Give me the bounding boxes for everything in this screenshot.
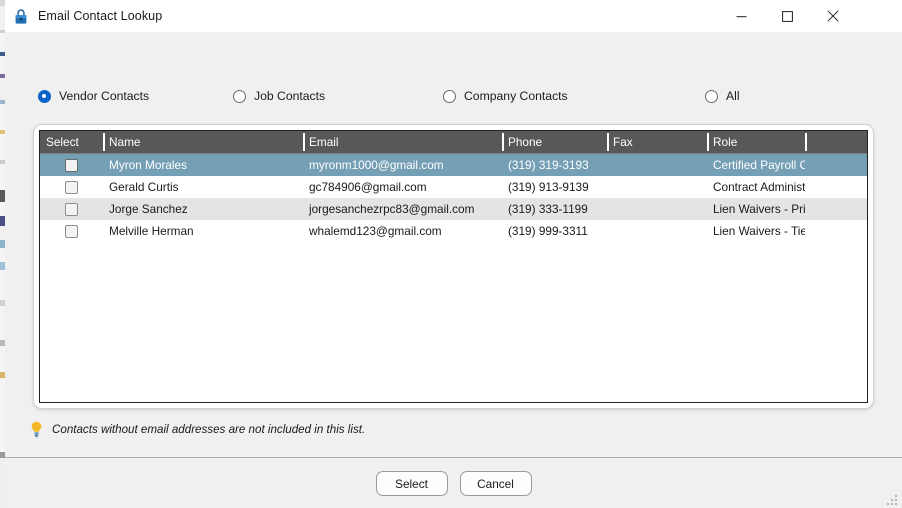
row-select-checkbox-cell[interactable] — [40, 154, 103, 176]
table-row[interactable]: Jorge Sanchez jorgesanchezrpc83@gmail.com… — [40, 198, 867, 220]
radio-label: All — [726, 89, 740, 103]
minimize-icon — [736, 15, 746, 17]
cancel-button[interactable]: Cancel — [459, 471, 532, 496]
title-bar[interactable]: Email Contact Lookup — [5, 0, 902, 32]
maximize-button[interactable] — [764, 0, 810, 32]
table-row[interactable]: Melville Herman whalemd123@gmail.com (319)… — [40, 220, 867, 242]
cell-blank — [805, 154, 867, 176]
column-header-email[interactable]: Email — [303, 131, 502, 153]
contacts-grid[interactable]: Select Name Email Phone Fax Role Myron Morale… — [39, 130, 868, 403]
cell-name: Myron Morales — [109, 158, 188, 172]
row-select-checkbox-cell[interactable] — [40, 198, 103, 220]
radio-label: Vendor Contacts — [59, 89, 150, 103]
cell-fax — [607, 198, 707, 220]
cell-blank — [805, 176, 867, 198]
contacts-grid-panel: Select Name Email Phone Fax Role Myron Morale… — [33, 124, 874, 409]
radio-dot-icon — [705, 89, 718, 103]
select-button[interactable]: Select — [375, 471, 448, 496]
grid-header-row: Select Name Email Phone Fax Role — [40, 131, 867, 154]
title-bar-left: Email Contact Lookup — [13, 0, 162, 32]
cell-name: Jorge Sanchez — [109, 202, 188, 216]
column-header-phone[interactable]: Phone — [502, 131, 607, 153]
minimize-button[interactable] — [718, 0, 764, 32]
grid-body[interactable]: Myron Morales myronm1000@gmail.com (319) 3… — [40, 154, 867, 242]
cell-phone: (319) 999-3311 — [508, 224, 588, 238]
table-row[interactable]: Myron Morales myronm1000@gmail.com (319) 3… — [40, 154, 867, 176]
radio-dot-icon — [38, 89, 51, 103]
resize-grip[interactable] — [887, 493, 899, 505]
radio-job-contacts[interactable]: Job Contacts — [233, 84, 325, 108]
cell-fax — [607, 154, 707, 176]
maximize-icon — [781, 10, 793, 22]
cell-blank — [805, 220, 867, 242]
cell-email: whalemd123@gmail.com — [309, 224, 442, 238]
cell-role: Lien Waivers - Tier — [713, 224, 805, 238]
close-icon — [827, 10, 839, 22]
checkbox-icon[interactable] — [65, 180, 78, 194]
cell-role: Lien Waivers - Pri... — [713, 202, 805, 216]
radio-company-contacts[interactable]: Company Contacts — [443, 84, 568, 108]
radio-all[interactable]: All — [705, 84, 740, 108]
lock-icon — [15, 8, 27, 24]
radio-label: Job Contacts — [254, 89, 326, 103]
cell-email: myronm1000@gmail.com — [309, 158, 444, 172]
column-header-select[interactable]: Select — [40, 131, 103, 153]
cell-name: Gerald Curtis — [109, 180, 179, 194]
cell-email: gc784906@gmail.com — [309, 180, 427, 194]
lightbulb-icon — [31, 421, 42, 438]
email-contact-lookup-dialog: Email Contact Lookup Vendor Contacts Job … — [5, 0, 902, 508]
dialog-footer: Select Cancel — [5, 458, 902, 508]
cell-role: Contract Administ... — [713, 180, 805, 194]
window-title: Email Contact Lookup — [38, 9, 163, 23]
radio-dot-icon — [233, 89, 246, 103]
radio-vendor-contacts[interactable]: Vendor Contacts — [38, 84, 149, 108]
cell-phone: (319) 333-1199 — [508, 202, 588, 216]
hint-note: Contacts without email addresses are not… — [30, 421, 365, 438]
cell-role: Certified Payroll C... — [713, 158, 805, 172]
cell-fax — [607, 220, 707, 242]
row-select-checkbox-cell[interactable] — [40, 220, 103, 242]
radio-dot-icon — [443, 89, 456, 103]
checkbox-icon[interactable] — [65, 202, 78, 216]
radio-label: Company Contacts — [464, 89, 568, 103]
footer-button-bar: Select Cancel — [5, 471, 902, 496]
cell-blank — [805, 198, 867, 220]
hint-text: Contacts without email addresses are not… — [52, 423, 366, 436]
close-button[interactable] — [810, 0, 856, 32]
row-select-checkbox-cell[interactable] — [40, 176, 103, 198]
cell-name: Melville Herman — [109, 224, 194, 238]
table-row[interactable]: Gerald Curtis gc784906@gmail.com (319) 913… — [40, 176, 867, 198]
cell-phone: (319) 319-3193 — [508, 158, 589, 172]
column-header-blank[interactable] — [805, 131, 867, 153]
contact-type-radio-group: Vendor Contacts Job Contacts Company Conta… — [5, 84, 902, 108]
checkbox-icon[interactable] — [65, 158, 78, 172]
cell-fax — [607, 176, 707, 198]
column-header-fax[interactable]: Fax — [607, 131, 707, 153]
checkbox-icon[interactable] — [65, 224, 78, 238]
column-header-role[interactable]: Role — [707, 131, 805, 153]
column-header-name[interactable]: Name — [103, 131, 303, 153]
cell-phone: (319) 913-9139 — [508, 180, 589, 194]
cell-email: jorgesanchezrpc83@gmail.com — [309, 202, 475, 216]
